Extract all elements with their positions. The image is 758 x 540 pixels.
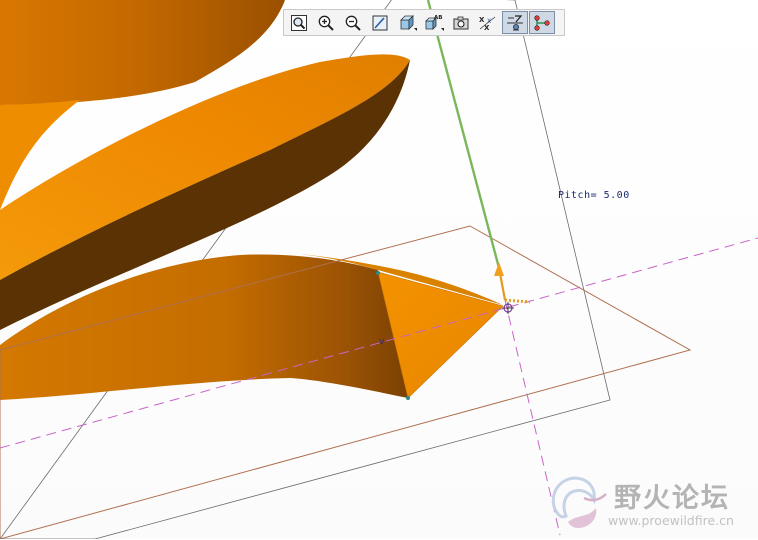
zoom-in-icon xyxy=(318,15,334,31)
zoom-fit-icon xyxy=(291,14,307,31)
graphics-viewport[interactable]: v Pitch= 5.00 xyxy=(0,0,758,539)
zoom-out-icon xyxy=(345,15,361,31)
saved-views-button[interactable]: AB xyxy=(421,11,447,34)
zoom-out-button[interactable] xyxy=(340,11,366,34)
forum-logo-icon xyxy=(551,476,607,528)
zoom-fit-button[interactable] xyxy=(286,11,312,34)
watermark-url: www.proewildfire.cn xyxy=(608,513,734,528)
svg-text:v: v xyxy=(379,337,385,347)
constraints-icon xyxy=(534,14,550,31)
svg-text:X: X xyxy=(479,16,485,24)
view-manager-button[interactable] xyxy=(448,11,474,34)
datum-display-button[interactable]: X X X xyxy=(475,11,501,34)
datum-display-icon: X X X xyxy=(479,16,496,32)
watermark-title: 野火论坛 xyxy=(614,483,730,514)
pitch-dimension-label[interactable]: Pitch= 5.00 xyxy=(558,190,630,201)
repaint-button[interactable] xyxy=(367,11,393,34)
svg-text:AB: AB xyxy=(434,15,442,21)
repaint-icon xyxy=(372,15,388,30)
sketch-orient-icon xyxy=(507,14,523,30)
model-canvas: v xyxy=(0,0,758,539)
zoom-in-button[interactable] xyxy=(313,11,339,34)
dropdown-corner-icon xyxy=(414,28,417,31)
forum-watermark: 野火论坛 www.proewildfire.cn xyxy=(544,470,758,536)
display-style-button[interactable] xyxy=(394,11,420,34)
constraint-display-button[interactable] xyxy=(529,11,555,34)
camera-icon xyxy=(453,16,469,29)
sketch-view-button[interactable] xyxy=(502,11,528,34)
dropdown-corner-icon xyxy=(441,28,444,31)
view-toolbar: AB X X X xyxy=(283,9,565,36)
